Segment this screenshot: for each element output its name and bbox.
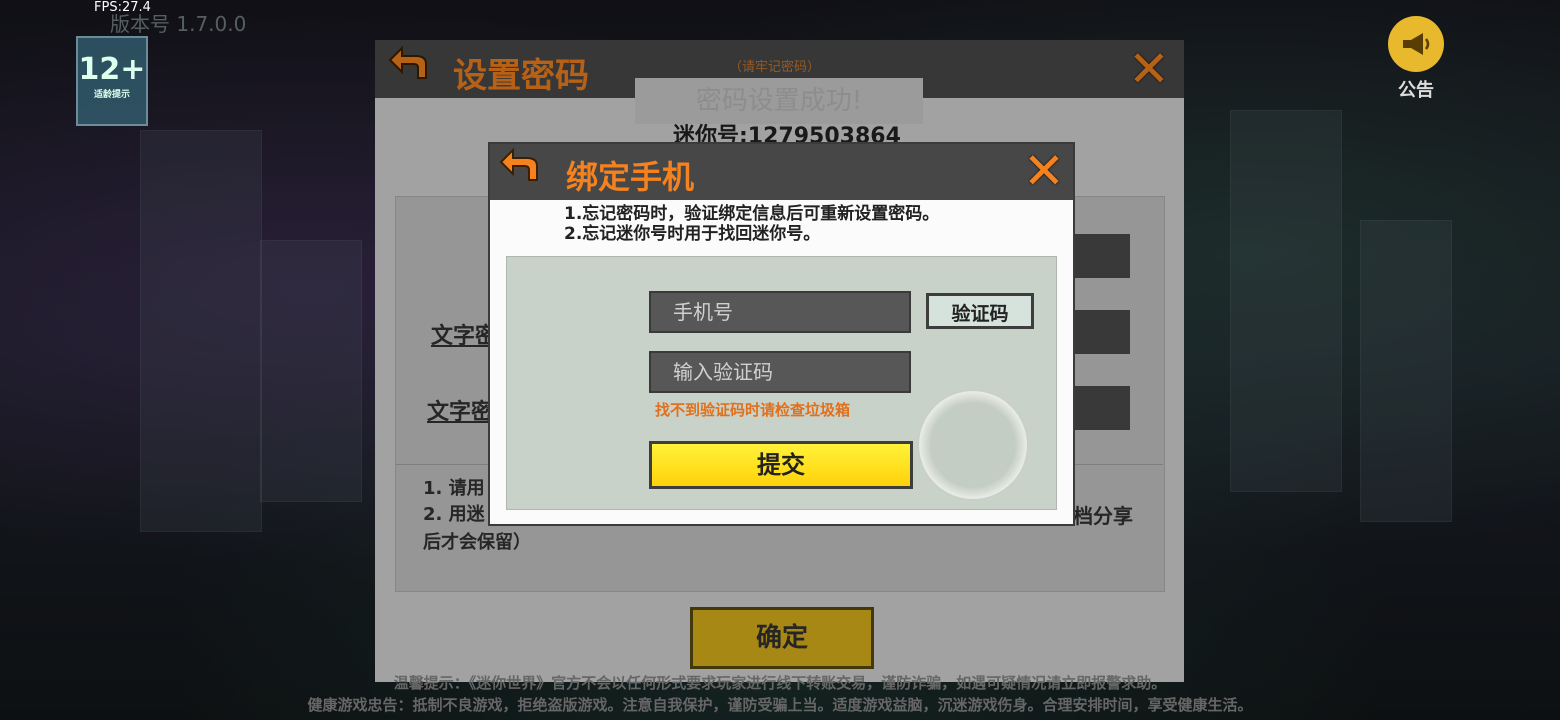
footer-health-advice: 健康游戏忠告：抵制不良游戏，拒绝盗版游戏。注意自我保护，谨防受骗上当。适度游戏益… xyxy=(307,696,1253,714)
bind-phone-tips: 1.忘记密码时，验证绑定信息后可重新设置密码。 2.忘记迷你号时用于找回迷你号。 xyxy=(564,204,939,244)
submit-button[interactable]: 提交 xyxy=(649,441,913,489)
age-rating-value: 12+ xyxy=(78,52,146,87)
close-x-icon[interactable]: ✕ xyxy=(1017,144,1071,198)
notice-label: 公告 xyxy=(1398,80,1434,101)
footer-anti-fraud-warning: 温馨提示：《迷你世界》官方不会以任何形式要求玩家进行线下转账交易，谨防诈骗，如遇… xyxy=(393,674,1167,692)
bind-phone-titlebar: 绑定手机 ✕ xyxy=(490,144,1073,200)
back-arrow-icon[interactable] xyxy=(492,146,550,196)
megaphone-icon xyxy=(1388,16,1444,72)
bind-phone-form: 验证码 找不到验证码时请检查垃圾箱 提交 xyxy=(506,256,1057,510)
tip-line-1: 1.忘记密码时，验证绑定信息后可重新设置密码。 xyxy=(564,204,940,224)
get-verification-code-button[interactable]: 验证码 xyxy=(926,293,1034,329)
verification-code-input[interactable] xyxy=(649,351,911,393)
age-rating-caption: 适龄提示 xyxy=(93,90,130,100)
touch-indicator xyxy=(917,389,1029,501)
bind-phone-dialog: 绑定手机 ✕ 1.忘记密码时，验证绑定信息后可重新设置密码。 2.忘记迷你号时用… xyxy=(488,142,1075,526)
spam-folder-hint: 找不到验证码时请检查垃圾箱 xyxy=(655,401,851,419)
tip-line-2: 2.忘记迷你号时用于找回迷你号。 xyxy=(564,224,821,244)
notice-button[interactable]: 公告 xyxy=(1384,16,1448,102)
age-rating-badge: 12+ 适龄提示 xyxy=(76,36,148,126)
version-label: 版本号 1.7.0.0 xyxy=(110,12,247,36)
bind-phone-title: 绑定手机 xyxy=(566,158,695,196)
phone-number-input[interactable] xyxy=(649,291,911,333)
